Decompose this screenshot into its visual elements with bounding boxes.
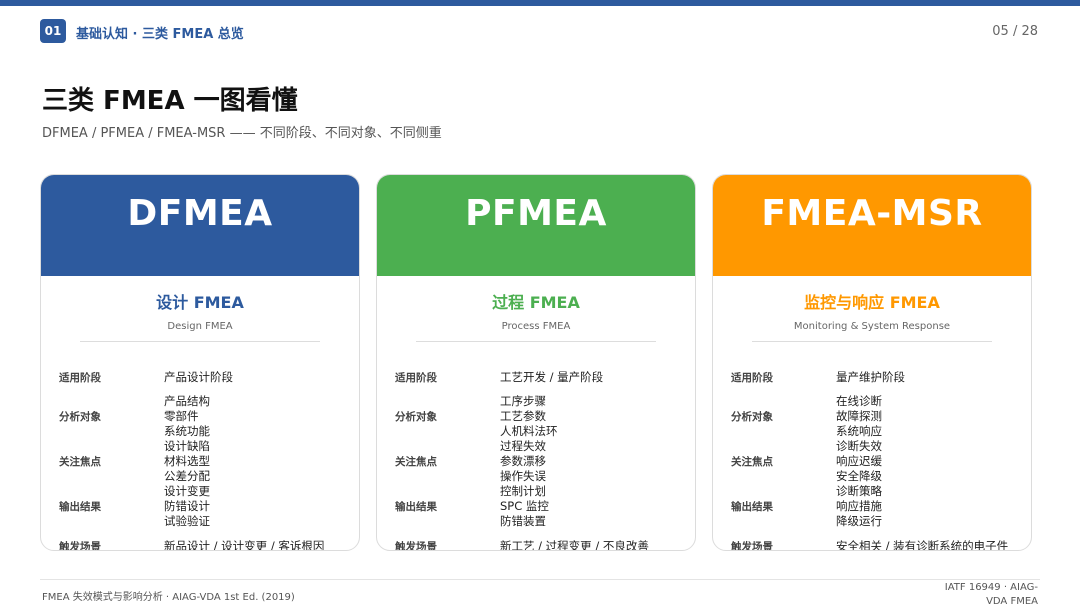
attribute-value: 诊断策略 响应措施 降级运行: [836, 484, 882, 528]
attribute-label: 输出结果: [59, 501, 101, 513]
card-attribute-list: 适用阶段 工艺开发 / 量产阶段分析对象 工序步骤 工艺参数 人机料法环关注焦点 过程…: [395, 360, 685, 551]
pfmea-card: PFMEA 过程 FMEA Process FMEA 适用阶段 工艺开发 / 量产阶段分…: [376, 174, 696, 551]
attribute-row: 输出结果 设计变更 防错设计 试验验证: [59, 484, 349, 529]
attribute-label: 输出结果: [395, 501, 437, 513]
attribute-label: 关注焦点: [395, 456, 437, 468]
attribute-row: 适用阶段 工艺开发 / 量产阶段: [395, 360, 685, 394]
attribute-value: 工序步骤 工艺参数 人机料法环: [500, 394, 558, 438]
attribute-row: 关注焦点 过程失效 参数漂移 操作失误: [395, 439, 685, 484]
attribute-value: 产品结构 零部件 系统功能: [164, 394, 210, 438]
card-divider: [752, 341, 992, 342]
attribute-value: 过程失效 参数漂移 操作失误: [500, 439, 546, 483]
attribute-row: 分析对象 在线诊断 故障探测 系统响应: [731, 394, 1021, 439]
attribute-label: 触发场景: [395, 540, 437, 551]
attribute-row: 触发场景 安全相关 / 装有诊断系统的电子件: [731, 529, 1021, 551]
attribute-row: 触发场景 新工艺 / 过程变更 / 不良改善: [395, 529, 685, 551]
attribute-label: 适用阶段: [731, 371, 773, 384]
page-number: 05 / 28: [992, 24, 1038, 39]
dfmea-card: DFMEA 设计 FMEA Design FMEA 适用阶段 产品设计阶段分析对象 产品结…: [40, 174, 360, 551]
attribute-label: 关注焦点: [731, 456, 773, 468]
attribute-row: 适用阶段 量产维护阶段: [731, 360, 1021, 394]
card-header-title: DFMEA: [41, 175, 359, 276]
card-attribute-list: 适用阶段 量产维护阶段分析对象 在线诊断 故障探测 系统响应关注焦点 诊断失效 响应迟…: [731, 360, 1021, 551]
attribute-label: 触发场景: [731, 540, 773, 551]
attribute-row: 分析对象 产品结构 零部件 系统功能: [59, 394, 349, 439]
card-divider: [80, 341, 320, 342]
footer-source: FMEA 失效模式与影响分析 · AIAG-VDA 1st Ed. (2019): [42, 592, 295, 603]
page-subtitle: DFMEA / PFMEA / FMEA-MSR —— 不同阶段、不同对象、不同…: [42, 126, 442, 141]
attribute-label: 关注焦点: [59, 456, 101, 468]
attribute-value: 新品设计 / 设计变更 / 客诉根因: [164, 538, 325, 551]
card-chinese-name: 过程 FMEA: [492, 293, 580, 312]
card-english-name: Process FMEA: [501, 321, 571, 332]
attribute-value: 量产维护阶段: [836, 369, 905, 384]
card-attribute-list: 适用阶段 产品设计阶段分析对象 产品结构 零部件 系统功能关注焦点 设计缺陷 材料选型…: [59, 360, 349, 551]
attribute-label: 分析对象: [731, 411, 773, 423]
attribute-row: 分析对象 工序步骤 工艺参数 人机料法环: [395, 394, 685, 439]
attribute-value: 设计缺陷 材料选型 公差分配: [164, 439, 210, 483]
card-header-title: FMEA-MSR: [713, 175, 1031, 276]
section-number-badge: 01: [40, 19, 66, 43]
attribute-row: 输出结果 控制计划 SPC 监控 防错装置: [395, 484, 685, 529]
attribute-label: 输出结果: [731, 501, 773, 513]
card-english-name: Design FMEA: [167, 321, 233, 332]
attribute-row: 输出结果 诊断策略 响应措施 降级运行: [731, 484, 1021, 529]
attribute-value: 控制计划 SPC 监控 防错装置: [500, 484, 549, 528]
attribute-label: 分析对象: [395, 411, 437, 423]
attribute-label: 触发场景: [59, 540, 101, 551]
attribute-row: 触发场景 新品设计 / 设计变更 / 客诉根因: [59, 529, 349, 551]
fmea-msr-card: FMEA-MSR 监控与响应 FMEA Monitoring & System Re…: [712, 174, 1032, 551]
attribute-row: 关注焦点 诊断失效 响应迟缓 安全降级: [731, 439, 1021, 484]
attribute-label: 适用阶段: [59, 371, 101, 384]
attribute-label: 分析对象: [59, 411, 101, 423]
page-title: 三类 FMEA 一图看懂: [42, 86, 298, 116]
card-english-name: Monitoring & System Response: [793, 321, 951, 332]
top-accent-bar: [0, 0, 1080, 6]
attribute-value: 工艺开发 / 量产阶段: [500, 369, 604, 384]
footer-divider: [40, 579, 1040, 580]
attribute-row: 关注焦点 设计缺陷 材料选型 公差分配: [59, 439, 349, 484]
attribute-value: 在线诊断 故障探测 系统响应: [836, 394, 882, 438]
footer-standard: IATF 16949 · AIAG-VDA FMEA: [944, 582, 1038, 607]
card-chinese-name: 监控与响应 FMEA: [804, 293, 940, 312]
card-chinese-name: 设计 FMEA: [156, 293, 244, 312]
attribute-row: 适用阶段 产品设计阶段: [59, 360, 349, 394]
attribute-label: 适用阶段: [395, 371, 437, 384]
card-header-title: PFMEA: [377, 175, 695, 276]
attribute-value: 设计变更 防错设计 试验验证: [164, 484, 210, 528]
attribute-value: 新工艺 / 过程变更 / 不良改善: [500, 538, 649, 551]
attribute-value: 诊断失效 响应迟缓 安全降级: [836, 439, 882, 483]
attribute-value: 产品设计阶段: [164, 369, 233, 384]
card-divider: [416, 341, 656, 342]
section-title: 基础认知 · 三类 FMEA 总览: [76, 27, 244, 42]
attribute-value: 安全相关 / 装有诊断系统的电子件: [836, 538, 1009, 551]
